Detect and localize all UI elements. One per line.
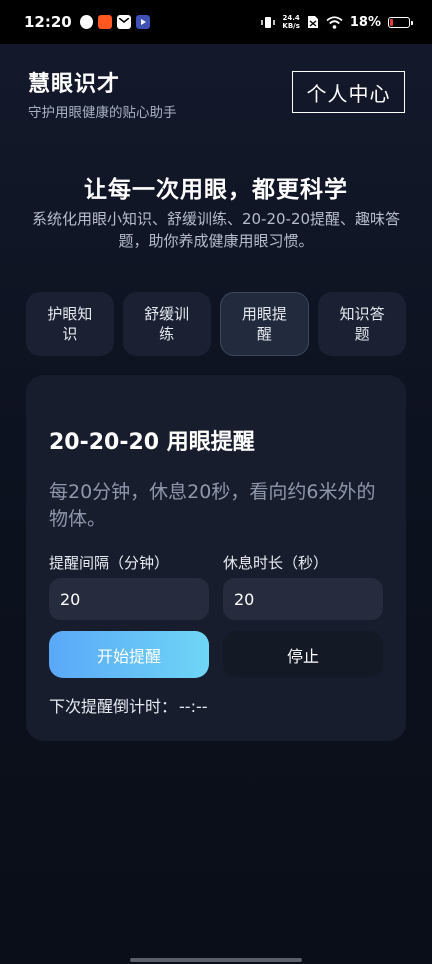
play-app-icon (135, 15, 150, 29)
tab-relax-training[interactable]: 舒缓训练 (122, 292, 211, 356)
notification-icons (79, 15, 150, 29)
reminder-description: 每20分钟，休息20秒，看向约6米外的物体。 (49, 481, 376, 530)
interval-field: 提醒间隔（分钟） 20 (49, 552, 209, 620)
no-sim-icon (307, 16, 318, 28)
interval-label: 提醒间隔（分钟） (49, 554, 170, 572)
network-speed: 24.4 KB/s (282, 14, 299, 30)
reminder-title: 20-20-20 用眼提醒 (49, 430, 255, 455)
mail-icon (116, 15, 131, 29)
battery-percentage: 18% (349, 14, 381, 30)
countdown-value: --:-- (179, 697, 208, 716)
rest-duration-field: 休息时长（秒） 20 (223, 552, 383, 620)
app-header: 慧眼识才 守护用眼健康的贴心助手 个人中心 (28, 66, 405, 121)
interval-input[interactable]: 20 (49, 578, 209, 620)
battery-fill (390, 18, 394, 26)
rest-duration-label: 休息时长（秒） (223, 554, 329, 572)
home-indicator[interactable] (130, 958, 302, 962)
tab-quiz[interactable]: 知识答题 (318, 292, 406, 356)
network-speed-value: 24.4 (282, 14, 300, 22)
app-notification-icon (79, 15, 93, 29)
battery-icon (388, 16, 413, 28)
status-right: 24.4 KB/s 18% (261, 14, 413, 30)
rest-duration-input[interactable]: 20 (223, 578, 383, 620)
app-screen: 12:20 24.4 KB/s 18% 慧眼识才 守护用眼健康的贴心助手 个人中… (0, 0, 432, 964)
start-reminder-button[interactable]: 开始提醒 (49, 631, 209, 678)
feature-tabs: 护眼知识 舒缓训练 用眼提醒 知识答题 (26, 292, 406, 356)
hero-title: 让每一次用眼，都更科学 (84, 177, 348, 203)
wifi-icon (326, 15, 343, 29)
stop-button[interactable]: 停止 (223, 631, 383, 678)
countdown-label: 下次提醒倒计时： (49, 697, 178, 716)
reminder-card: 20-20-20 用眼提醒 每20分钟，休息20秒，看向约6米外的物体。 提醒间… (26, 375, 406, 741)
network-speed-unit: KB/s (282, 22, 300, 30)
countdown-row: 下次提醒倒计时： --:-- (49, 693, 208, 717)
status-time: 12:20 (24, 13, 72, 31)
vibrate-icon (261, 16, 276, 28)
profile-center-button[interactable]: 个人中心 (292, 71, 405, 113)
tab-eye-reminder[interactable]: 用眼提醒 (219, 292, 310, 356)
hero-description: 系统化用眼小知识、舒缓训练、20-20-20提醒、趣味答题，助你养成健康用眼习惯… (31, 210, 401, 250)
tab-eye-knowledge[interactable]: 护眼知识 (26, 292, 114, 356)
status-bar: 12:20 24.4 KB/s 18% (0, 0, 432, 44)
shopping-app-icon (97, 15, 112, 29)
